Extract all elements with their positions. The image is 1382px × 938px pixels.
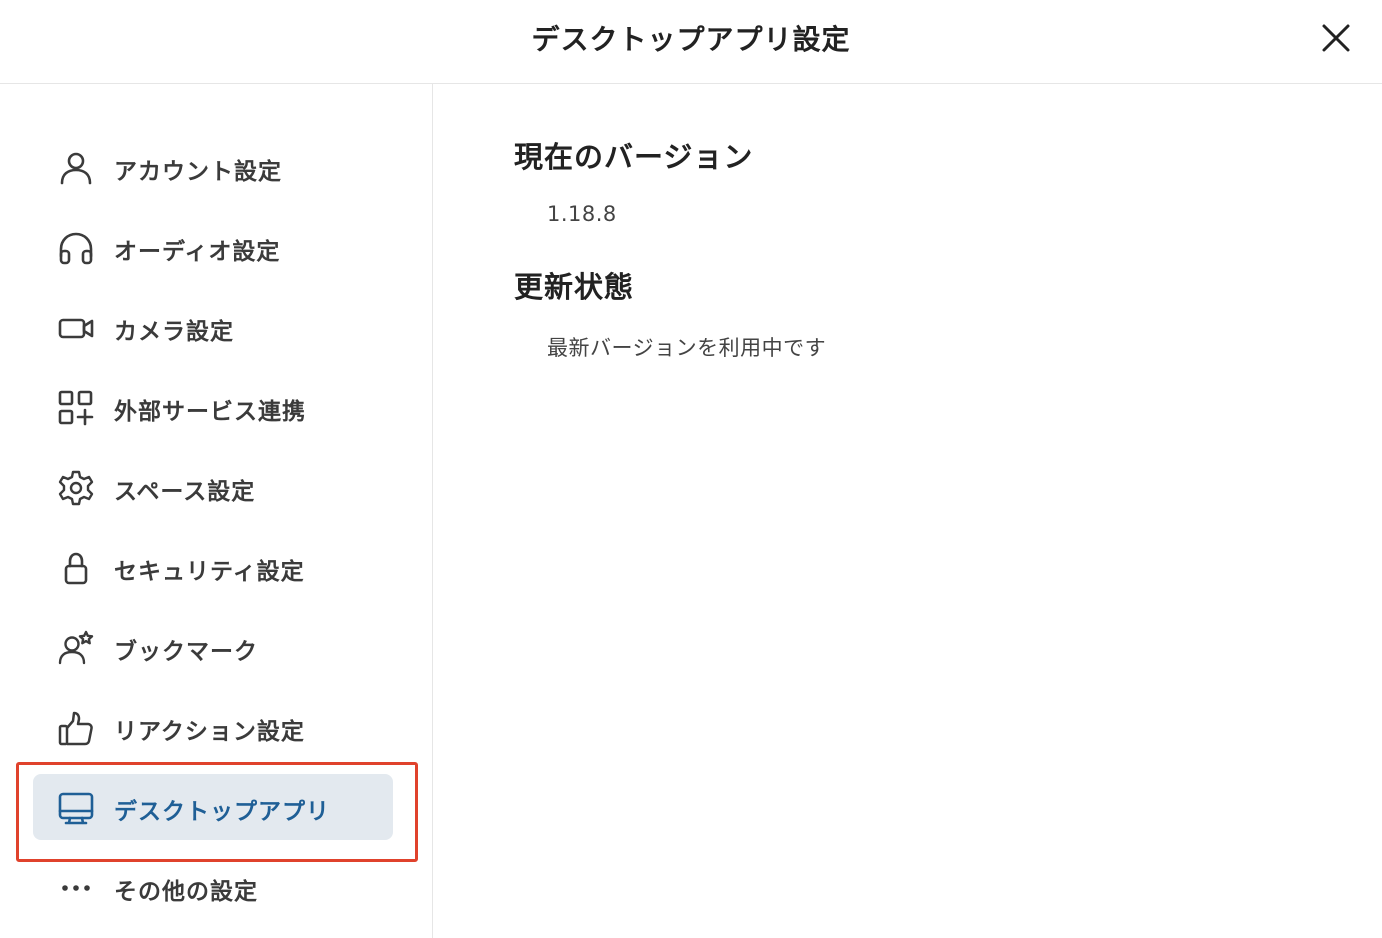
sidebar-item-security[interactable]: セキュリティ設定 — [33, 534, 393, 600]
headphones-icon — [57, 229, 95, 267]
sidebar-item-desktop-app[interactable]: デスクトップアプリ — [33, 774, 393, 840]
update-status-heading: 更新状態 — [514, 270, 635, 304]
sidebar-item-other[interactable]: その他の設定 — [33, 854, 393, 920]
apps-add-icon — [57, 389, 95, 427]
close-button[interactable] — [1316, 18, 1356, 58]
more-horizontal-icon — [57, 869, 95, 907]
main-content: 現在のバージョン 1.18.8 更新状態 最新バージョンを利用中です — [434, 84, 1382, 938]
settings-sidebar: アカウント設定 オーディオ設定 カメラ設定 外部サービス連携 スペース設定 セキ… — [0, 84, 433, 938]
lock-icon — [57, 549, 95, 587]
sidebar-item-camera[interactable]: カメラ設定 — [33, 294, 393, 360]
version-heading: 現在のバージョン — [514, 140, 754, 174]
gear-icon — [57, 469, 95, 507]
video-camera-icon — [57, 309, 95, 347]
sidebar-item-label: オーディオ設定 — [114, 239, 281, 265]
dialog-header: デスクトップアプリ設定 — [0, 0, 1382, 84]
sidebar-item-label: アカウント設定 — [114, 159, 282, 185]
sidebar-item-account[interactable]: アカウント設定 — [33, 134, 393, 200]
sidebar-item-label: カメラ設定 — [114, 319, 234, 345]
sidebar-item-bookmark[interactable]: ブックマーク — [33, 614, 393, 680]
sidebar-item-integrations[interactable]: 外部サービス連携 — [33, 374, 393, 440]
user-star-icon — [57, 629, 95, 667]
close-icon — [1322, 24, 1350, 52]
version-value: 1.18.8 — [547, 202, 617, 226]
sidebar-item-label: ブックマーク — [114, 639, 258, 665]
sidebar-item-label: セキュリティ設定 — [114, 559, 305, 585]
user-icon — [57, 149, 95, 187]
sidebar-item-audio[interactable]: オーディオ設定 — [33, 214, 393, 280]
update-status-value: 最新バージョンを利用中です — [547, 336, 827, 360]
sidebar-item-label: リアクション設定 — [114, 719, 305, 745]
thumbs-up-icon — [57, 709, 95, 747]
sidebar-item-label: デスクトップアプリ — [114, 799, 330, 825]
monitor-icon — [57, 789, 95, 827]
sidebar-item-label: 外部サービス連携 — [114, 399, 306, 425]
sidebar-item-space[interactable]: スペース設定 — [33, 454, 393, 520]
sidebar-item-reaction[interactable]: リアクション設定 — [33, 694, 393, 760]
sidebar-item-label: スペース設定 — [114, 479, 256, 505]
dialog-title: デスクトップアプリ設定 — [531, 23, 851, 56]
sidebar-item-label: その他の設定 — [114, 879, 258, 905]
